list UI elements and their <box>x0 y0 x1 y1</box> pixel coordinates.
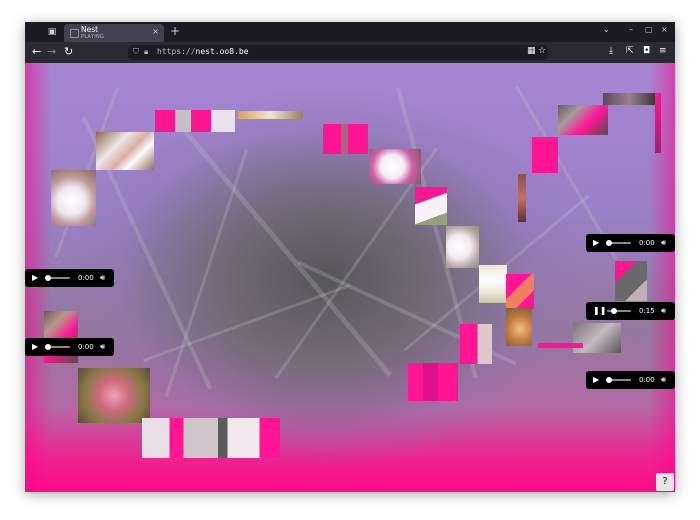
flower-tile <box>446 226 479 268</box>
play-icon[interactable]: ▶ <box>32 272 42 284</box>
flower-tile <box>415 187 447 225</box>
flower-tile <box>96 132 154 170</box>
glitch-tile <box>532 137 558 173</box>
glitch-tile <box>155 110 235 132</box>
glitch-tile <box>323 124 368 154</box>
seek-bar[interactable] <box>606 240 631 246</box>
reload-icon[interactable]: ↻ <box>64 45 73 59</box>
volume-icon[interactable]: 🔊︎ <box>661 374 666 386</box>
seek-bar[interactable] <box>607 308 631 314</box>
shield-addon-icon[interactable]: ◘ <box>643 46 650 56</box>
lock-icon[interactable]: 🔒︎ <box>144 47 148 57</box>
glitch-tile <box>558 105 608 135</box>
flower-tile <box>369 149 421 184</box>
time-display: 0:15 <box>639 307 655 315</box>
forward-icon[interactable]: → <box>47 45 56 59</box>
audio-player-1[interactable]: ▶ 0:00 🔊︎ <box>25 269 114 287</box>
nav-bar: ← → ↻ ⛉ 🔒︎ https://nest.oo8.be ▦ ☆ ⤓ ⇱ ◘… <box>25 42 675 63</box>
volume-icon[interactable]: 🔊︎ <box>100 272 105 284</box>
maximize-icon[interactable]: ▢ <box>645 25 653 34</box>
download-icon[interactable]: ⤓ <box>609 46 613 56</box>
pause-icon[interactable]: ❚❚ <box>593 305 606 317</box>
play-icon[interactable]: ▶ <box>32 341 42 353</box>
close-window-icon[interactable]: × <box>661 25 668 34</box>
flower-tile <box>506 308 532 346</box>
url-scheme: https:// <box>157 47 196 56</box>
url-text[interactable]: https://nest.oo8.be <box>157 47 249 56</box>
background-grass <box>142 283 351 363</box>
glitch-tile <box>518 174 526 222</box>
volume-icon[interactable]: 🔊︎ <box>661 237 666 249</box>
glitch-tile <box>603 93 655 105</box>
glitch-tile <box>460 324 492 364</box>
audio-player-2[interactable]: ▶ 0:00 🔊︎ <box>25 338 114 356</box>
url-host: nest.oo8.be <box>195 47 249 56</box>
seek-bar[interactable] <box>45 344 70 350</box>
glitch-tile <box>238 111 303 119</box>
shield-icon[interactable]: ⛉ <box>133 47 139 57</box>
extension-icon[interactable]: ▦ <box>527 46 536 56</box>
audio-player-5[interactable]: ▶ 0:00 🔊︎ <box>586 371 675 389</box>
tab-list-icon[interactable]: ▣ <box>46 26 58 38</box>
time-display: 0:00 <box>78 274 94 282</box>
flower-tile <box>479 265 507 303</box>
play-icon[interactable]: ▶ <box>593 237 603 249</box>
volume-icon[interactable]: 🔊︎ <box>100 341 105 353</box>
help-button[interactable]: ? <box>656 473 674 491</box>
seek-bar[interactable] <box>606 377 631 383</box>
browser-window: ▣ Nest PLAYING × + ⌄ – ▢ × ← → ↻ ⛉ 🔒︎ ht… <box>25 22 675 492</box>
menu-icon[interactable]: ≡ <box>659 46 667 56</box>
tab-nest[interactable]: Nest PLAYING × <box>64 24 164 42</box>
tab-bar: ▣ Nest PLAYING × + ⌄ – ▢ × <box>25 22 675 42</box>
audio-player-4[interactable]: ❚❚ 0:15 🔊︎ <box>586 302 675 320</box>
bookmark-star-icon[interactable]: ☆ <box>538 46 546 56</box>
glitch-tile <box>538 343 583 348</box>
volume-icon[interactable]: 🔊︎ <box>661 305 666 317</box>
new-tab-button[interactable]: + <box>170 24 180 38</box>
list-all-tabs-icon[interactable]: ⌄ <box>603 25 610 34</box>
page-icon <box>70 29 79 38</box>
tab-title: Nest <box>81 25 99 34</box>
back-icon[interactable]: ← <box>32 45 41 59</box>
time-display: 0:00 <box>639 239 655 247</box>
seek-bar[interactable] <box>45 275 70 281</box>
flower-tile <box>51 170 96 226</box>
glitch-tile <box>655 93 661 153</box>
audio-player-3[interactable]: ▶ 0:00 🔊︎ <box>586 234 675 252</box>
flower-tile <box>78 368 150 423</box>
minimize-icon[interactable]: – <box>629 25 633 34</box>
glitch-tile <box>408 363 458 401</box>
page-viewport: ▶ 0:00 🔊︎ ▶ 0:00 🔊︎ ▶ 0:00 🔊︎ ❚❚ 0:15 🔊︎… <box>25 63 675 492</box>
time-display: 0:00 <box>78 343 94 351</box>
glitch-tile <box>615 261 647 301</box>
glitch-tile <box>573 323 621 353</box>
tab-playing-label: PLAYING <box>81 34 105 40</box>
time-display: 0:00 <box>639 376 655 384</box>
play-icon[interactable]: ▶ <box>593 374 603 386</box>
url-bar[interactable]: ⛉ 🔒︎ https://nest.oo8.be ▦ ☆ <box>128 45 548 60</box>
tab-close-icon[interactable]: × <box>152 27 159 36</box>
glitch-tile <box>506 274 534 309</box>
share-icon[interactable]: ⇱ <box>626 46 634 56</box>
glitch-tile <box>142 418 280 458</box>
background-grass <box>164 148 249 398</box>
